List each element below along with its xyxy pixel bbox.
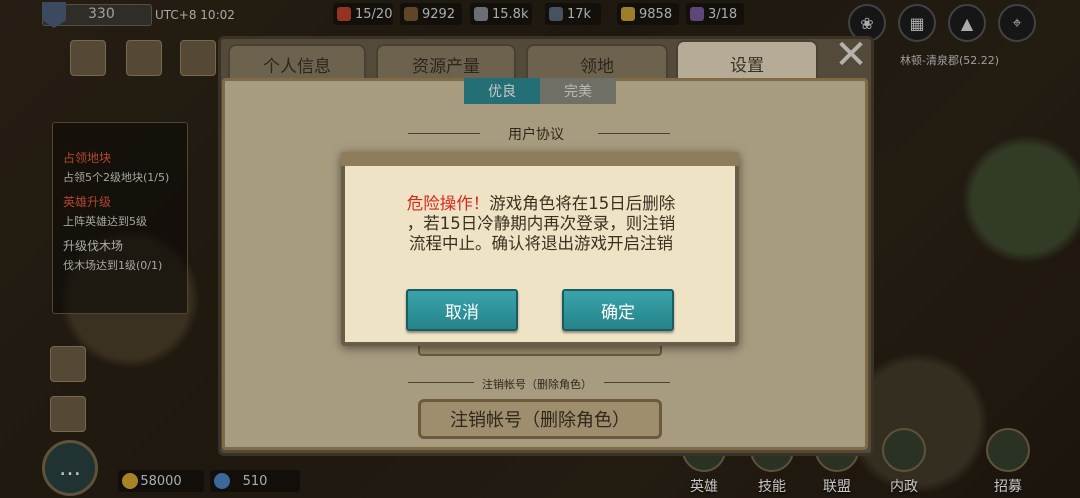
message-line-1: 游戏角色将在15日后删除 <box>489 194 676 213</box>
message-line-3: 流程中止。确认将退出游戏开启注销 <box>409 234 673 253</box>
dialog-message: 危险操作！游戏角色将在15日后删除 ，若15日冷静期内再次登录，则注销 流程中止… <box>386 194 696 254</box>
confirm-button[interactable]: 确定 <box>562 289 674 331</box>
message-line-2: ，若15日冷静期内再次登录，则注销 <box>406 214 676 233</box>
dialog-header-bar <box>341 152 739 166</box>
cancel-button[interactable]: 取消 <box>406 289 518 331</box>
danger-warning: 危险操作！ <box>406 194 490 213</box>
